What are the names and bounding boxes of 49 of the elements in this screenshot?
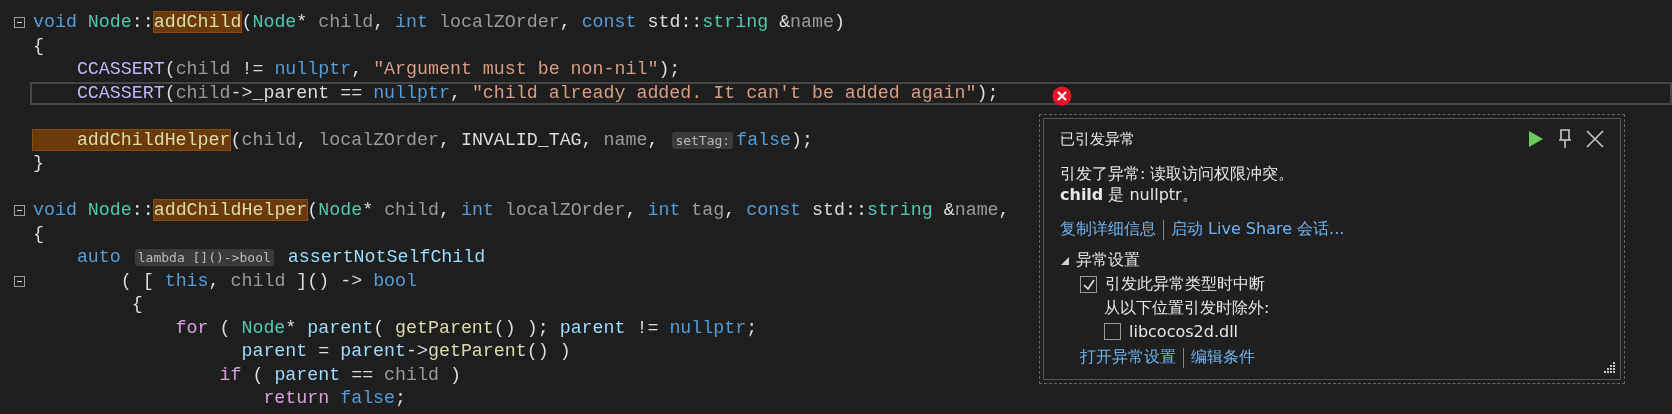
- code-line: for ( Node* parent( getParent() ); parent != nullptr;: [174, 316, 758, 340]
- collapse-icon[interactable]: [14, 17, 25, 29]
- inlay-hint: setTag:: [672, 131, 734, 149]
- exception-message: 引发了异常: 读取访问权限冲突。: [1060, 163, 1296, 184]
- code-token: auto: [75, 247, 122, 268]
- popup-link[interactable]: 打开异常设置: [1080, 347, 1176, 368]
- code-line: CCASSERT(child->_parent == nullptr, "child already added. It can't be added again");: [75, 81, 999, 105]
- except-label: 从以下位置引发时除外:: [1104, 298, 1271, 319]
- code-line: }: [33, 152, 44, 176]
- code-line: {: [33, 34, 44, 58]
- pin-icon[interactable]: [1558, 129, 1572, 149]
- code-line: return false;: [262, 387, 407, 411]
- play-icon[interactable]: [1528, 130, 1544, 148]
- code-token: child: [241, 129, 297, 150]
- popup-link[interactable]: 启动 Live Share 会话...: [1171, 219, 1345, 240]
- code-line: {: [130, 293, 143, 317]
- close-icon[interactable]: [1586, 130, 1604, 148]
- expander-icon: [1060, 255, 1070, 266]
- code-line: ( [ this, child ]() -> bool: [119, 269, 417, 293]
- code-line: parent = parent->getParent() ): [240, 340, 571, 364]
- code-token: );: [791, 129, 813, 150]
- inlay-hint: lambda []()->bool: [134, 249, 274, 267]
- code-token: (: [230, 129, 242, 150]
- exception-detail: child 是 nullptr。: [1060, 184, 1199, 205]
- code-token: localZOrder: [318, 129, 439, 150]
- popup-title: 已引发异常: [1060, 129, 1135, 149]
- code-token: name: [603, 129, 648, 150]
- checkbox[interactable]: [1104, 323, 1121, 340]
- code-line: if ( parent == child ): [218, 363, 461, 387]
- error-icon: [1052, 86, 1072, 106]
- code-line: void Node::addChild(Node* child, int localZOrder, const std::string &name): [33, 11, 845, 35]
- popup-link[interactable]: 复制详细信息: [1060, 219, 1156, 240]
- code-line: {: [33, 222, 44, 246]
- popup-link[interactable]: 编辑条件: [1191, 347, 1255, 368]
- code-token: ,: [647, 129, 660, 150]
- settings-toggle[interactable]: 异常设置: [1060, 250, 1604, 271]
- collapse-icon[interactable]: [14, 205, 25, 217]
- resize-grip-icon[interactable]: [1602, 361, 1616, 375]
- code-token: assertNotSelfChild: [286, 247, 486, 268]
- code-token: , INVALID_TAG,: [438, 129, 594, 150]
- checkbox-label: 引发此异常类型时中断: [1105, 274, 1265, 295]
- code-token: false: [736, 129, 792, 150]
- code-line: CCASSERT(child != nullptr, "Argument must be non-nil");: [75, 58, 681, 82]
- code-token: addChildHelper: [33, 129, 231, 150]
- collapse-icon[interactable]: [14, 275, 25, 287]
- code-token: ,: [296, 129, 309, 150]
- checkbox[interactable]: [1080, 276, 1097, 293]
- code-line: void Node::addChildHelper(Node* child, int localZOrder, int tag, const std::string &name,: [33, 199, 1010, 223]
- checkbox-label: libcocos2d.dll: [1129, 322, 1239, 341]
